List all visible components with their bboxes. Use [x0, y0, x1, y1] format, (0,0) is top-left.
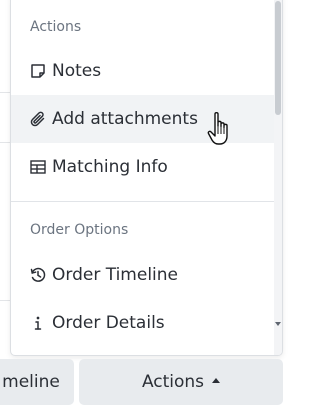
- scrollbar-thumb[interactable]: [275, 1, 281, 115]
- menu-item-label: Add attachments: [52, 109, 198, 129]
- menu-scrollbar[interactable]: [274, 0, 282, 355]
- menu-item-label: Order Timeline: [52, 265, 178, 285]
- menu-item-add-attachments[interactable]: Add attachments: [11, 95, 282, 143]
- menu-item-label: Matching Info: [52, 157, 168, 177]
- actions-dropdown-menu: Actions Notes Add attachments Matching I…: [10, 0, 283, 356]
- menu-item-order-timeline[interactable]: Order Timeline: [11, 251, 282, 299]
- menu-divider: [11, 201, 282, 202]
- table-icon: [28, 157, 48, 177]
- menu-item-matching-info[interactable]: Matching Info: [11, 143, 282, 191]
- hand-pointer-icon: [205, 110, 237, 148]
- timeline-button[interactable]: meline: [0, 359, 74, 405]
- note-icon: [28, 61, 48, 81]
- section-header-order-options: Order Options: [30, 222, 129, 238]
- scroll-down-arrow-icon[interactable]: [275, 322, 281, 326]
- info-icon: [28, 313, 48, 333]
- menu-item-notes[interactable]: Notes: [11, 47, 282, 95]
- actions-button-label: Actions: [141, 372, 205, 392]
- menu-item-order-details[interactable]: Order Details: [11, 299, 282, 347]
- menu-item-label: Notes: [52, 61, 102, 81]
- paperclip-icon: [28, 109, 48, 129]
- section-header-actions: Actions: [30, 19, 82, 35]
- caret-up-icon: [212, 377, 221, 383]
- history-icon: [28, 265, 48, 285]
- menu-item-label: Order Details: [52, 313, 165, 333]
- actions-button[interactable]: Actions: [79, 359, 283, 405]
- timeline-button-label: meline: [2, 372, 60, 392]
